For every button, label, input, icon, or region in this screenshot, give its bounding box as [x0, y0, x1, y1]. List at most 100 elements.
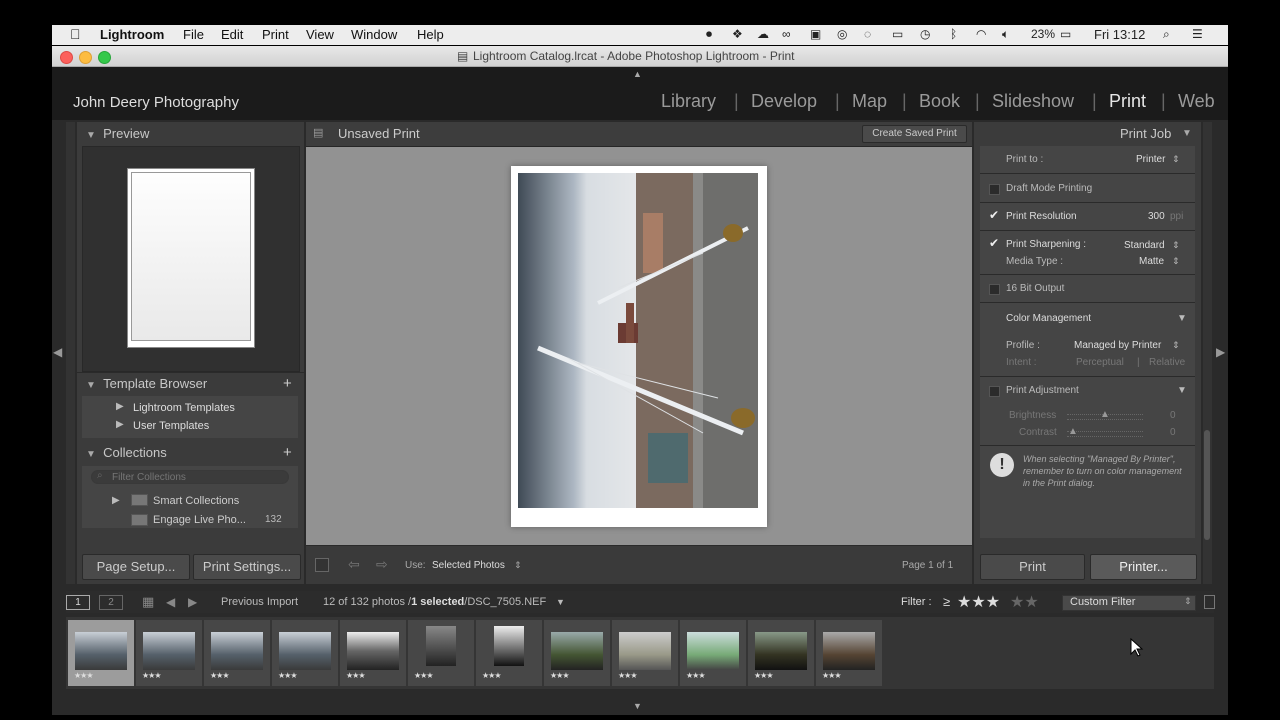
module-book[interactable]: Book	[919, 91, 960, 112]
clock[interactable]: Fri 13:12	[1094, 27, 1145, 42]
cloud-icon[interactable]: ☁	[757, 27, 769, 41]
profile-select[interactable]: Managed by Printer	[1074, 340, 1161, 351]
close-window-button[interactable]	[60, 51, 73, 64]
intent-perceptual[interactable]: Perceptual	[1076, 357, 1124, 368]
forward-arrow-icon[interactable]: ▶	[188, 595, 197, 609]
left-panel-scrollbar[interactable]	[66, 122, 75, 584]
page-setup-button[interactable]: Page Setup...	[82, 554, 190, 580]
triangle-down-icon[interactable]: ▼	[1177, 385, 1187, 396]
use-select[interactable]: Selected Photos	[432, 560, 505, 571]
triangle-down-icon[interactable]: ▼	[1182, 128, 1192, 139]
collection-engage[interactable]: Engage Live Pho...	[153, 514, 246, 526]
zoom-window-button[interactable]	[98, 51, 111, 64]
printer-button[interactable]: Printer...	[1090, 554, 1197, 580]
spinner-icon[interactable]: ◌	[864, 27, 871, 41]
filter-stars[interactable]: ★★★	[957, 592, 1000, 612]
collections-header[interactable]: ▼ Collections	[86, 445, 167, 460]
screen-icon[interactable]: ▣	[810, 27, 821, 41]
module-develop[interactable]: Develop	[751, 91, 817, 112]
minimize-window-button[interactable]	[79, 51, 92, 64]
primary-display-button[interactable]: 1	[66, 595, 90, 610]
collection-smart[interactable]: Smart Collections	[153, 495, 239, 507]
notification-icon[interactable]: ☰	[1192, 27, 1203, 41]
create-saved-print-button[interactable]: Create Saved Print	[862, 125, 967, 143]
menu-help[interactable]: Help	[417, 27, 444, 42]
resolution-value[interactable]: 300	[1148, 211, 1165, 222]
color-management-header[interactable]: Color Management	[1006, 313, 1091, 324]
intent-relative[interactable]: Relative	[1149, 357, 1185, 368]
module-web[interactable]: Web	[1178, 91, 1215, 112]
collapse-top-arrow-icon[interactable]: ▲	[633, 69, 642, 79]
print-sharpening-checkbox[interactable]: ✔	[989, 236, 999, 250]
filename-dropdown-icon[interactable]: ▼	[556, 597, 565, 607]
preview-header[interactable]: ▼ Preview	[86, 126, 149, 141]
print-settings-button[interactable]: Print Settings...	[193, 554, 301, 580]
module-library[interactable]: Library	[661, 91, 716, 112]
record-icon[interactable]: ⏺	[706, 27, 712, 42]
wifi-icon[interactable]: ◠	[976, 27, 986, 41]
previous-arrow-icon[interactable]: ⇦	[348, 556, 360, 573]
time-machine-icon[interactable]: ◷	[920, 27, 930, 41]
print-to-select[interactable]: Printer	[1136, 154, 1165, 165]
template-browser-header[interactable]: ▼ Template Browser	[86, 376, 207, 391]
add-collection-icon[interactable]: +	[283, 444, 292, 461]
filmstrip-thumb[interactable]: ★★★	[136, 620, 202, 686]
bluetooth-icon[interactable]: ᛒ	[950, 27, 957, 41]
filter-operator[interactable]: ≥	[943, 594, 950, 609]
menu-window[interactable]: Window	[351, 27, 397, 42]
bit-output-checkbox[interactable]	[989, 284, 1000, 295]
triangle-right-icon[interactable]: ▶	[116, 401, 124, 412]
add-template-icon[interactable]: +	[283, 375, 292, 392]
collapse-left-arrow-icon[interactable]: ◀	[53, 345, 62, 359]
contrast-slider-thumb[interactable]: ▲	[1068, 426, 1078, 437]
brightness-slider-thumb[interactable]: ▲	[1100, 409, 1110, 420]
menu-print[interactable]: Print	[262, 27, 289, 42]
media-type-select[interactable]: Matte	[1139, 256, 1164, 267]
filmstrip-thumb[interactable]: ★★★	[680, 620, 746, 686]
contrast-slider-track[interactable]	[1067, 431, 1143, 437]
module-map[interactable]: Map	[852, 91, 887, 112]
spotlight-icon[interactable]: ⌕	[1163, 27, 1170, 42]
print-adjustment-label[interactable]: Print Adjustment	[1006, 385, 1079, 396]
template-lightroom[interactable]: Lightroom Templates	[133, 402, 235, 414]
battery-icon[interactable]: ▭	[1060, 27, 1071, 41]
volume-icon[interactable]: 🔈︎	[1002, 27, 1009, 42]
filmstrip-thumb[interactable]: ★★★	[68, 620, 134, 686]
menu-file[interactable]: File	[183, 27, 204, 42]
module-print[interactable]: Print	[1109, 91, 1146, 112]
filmstrip-thumb[interactable]: ★★★	[272, 620, 338, 686]
filmstrip-thumb[interactable]: ★★★	[476, 620, 542, 686]
template-user[interactable]: User Templates	[133, 420, 209, 432]
scrollbar-thumb[interactable]	[1204, 430, 1210, 540]
collapse-bottom-arrow-icon[interactable]: ▼	[633, 701, 642, 711]
print-adjustment-checkbox[interactable]	[989, 386, 1000, 397]
filter-collections-input[interactable]	[91, 470, 289, 484]
collapse-right-arrow-icon[interactable]: ▶	[1216, 345, 1225, 359]
filmstrip-thumb[interactable]: ★★★	[816, 620, 882, 686]
print-job-title[interactable]: Print Job	[1120, 126, 1171, 141]
filmstrip-thumb[interactable]: ★★★	[408, 620, 474, 686]
filmstrip-thumb[interactable]: ★★★	[544, 620, 610, 686]
menu-view[interactable]: View	[306, 27, 334, 42]
triangle-right-icon[interactable]: ▶	[116, 419, 124, 430]
filmstrip-thumb[interactable]: ★★★	[748, 620, 814, 686]
back-arrow-icon[interactable]: ◀	[166, 595, 175, 609]
sync-icon[interactable]: ◎	[837, 27, 847, 41]
draft-mode-checkbox[interactable]	[989, 184, 1000, 195]
next-arrow-icon[interactable]: ⇨	[376, 556, 388, 573]
filmstrip-thumb[interactable]: ★★★	[340, 620, 406, 686]
menu-edit[interactable]: Edit	[221, 27, 243, 42]
dropbox-icon[interactable]: ❖	[732, 27, 743, 41]
secondary-display-button[interactable]: 2	[99, 595, 123, 610]
apple-icon[interactable]: 	[70, 26, 81, 42]
module-slideshow[interactable]: Slideshow	[992, 91, 1074, 112]
triangle-right-icon[interactable]: ▶	[112, 495, 120, 506]
menu-app[interactable]: Lightroom	[100, 27, 164, 42]
show-grid-toggle[interactable]	[315, 558, 329, 572]
creative-cloud-icon[interactable]: ∞	[782, 27, 791, 41]
print-photo[interactable]	[518, 173, 758, 508]
filmstrip-thumb[interactable]: ★★★	[612, 620, 678, 686]
source-label[interactable]: Previous Import	[221, 596, 298, 608]
sharpening-select[interactable]: Standard	[1124, 240, 1165, 251]
print-resolution-checkbox[interactable]: ✔	[989, 208, 999, 222]
